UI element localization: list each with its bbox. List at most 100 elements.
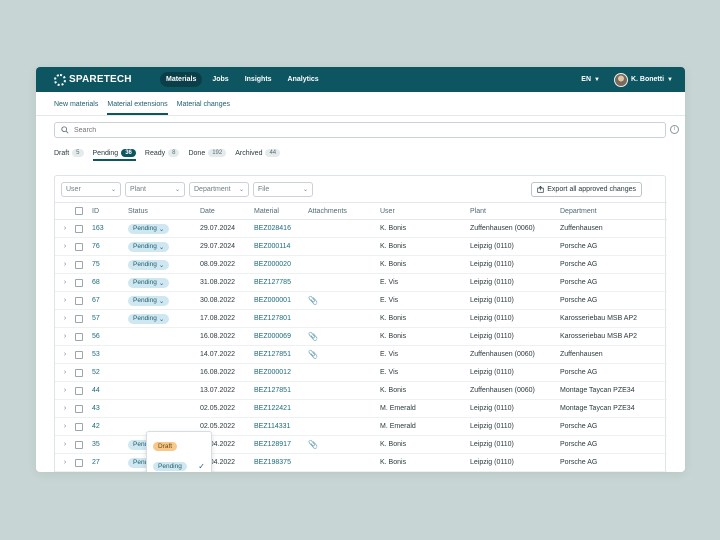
row-checkbox[interactable] (75, 242, 83, 251)
col-id[interactable]: ID (92, 202, 128, 220)
row-material[interactable]: BEZ000114 (254, 237, 308, 256)
chevron-right-icon[interactable]: › (55, 363, 75, 382)
row-material[interactable]: BEZ128917 (254, 435, 308, 454)
row-id[interactable]: 163 (92, 219, 128, 238)
paperclip-icon[interactable]: 📎 (308, 296, 318, 305)
row-material[interactable]: BEZ198375 (254, 453, 308, 472)
row-id[interactable]: 44 (92, 381, 128, 400)
tab-archived[interactable]: Archived 44 (235, 149, 281, 161)
paperclip-icon[interactable]: 📎 (308, 332, 318, 341)
table-row[interactable]: › 52 16.08.2022 BEZ000012 E. Vis Leipzig (011… (55, 363, 667, 382)
row-material[interactable]: BEZ028416 (254, 219, 308, 238)
row-material[interactable]: BEZ000012 (254, 363, 308, 382)
tab-ready[interactable]: Ready 8 (145, 149, 180, 161)
file-filter[interactable]: File ⌄ (253, 181, 313, 197)
select-all-checkbox[interactable] (75, 207, 83, 215)
row-id[interactable]: 76 (92, 237, 128, 256)
row-checkbox[interactable] (75, 458, 83, 467)
chevron-right-icon[interactable]: › (55, 417, 75, 436)
nav-jobs[interactable]: Jobs (206, 72, 234, 87)
chevron-right-icon[interactable]: › (55, 381, 75, 400)
row-id[interactable]: 68 (92, 273, 128, 292)
nav-materials[interactable]: Materials (160, 72, 203, 87)
col-status[interactable]: Status (128, 202, 200, 220)
chevron-right-icon[interactable]: › (55, 399, 75, 418)
row-material[interactable]: BEZ114331 (254, 417, 308, 436)
user-menu[interactable]: K. Bonetti ▼ (613, 72, 673, 87)
row-material[interactable]: BEZ122421 (254, 399, 308, 418)
row-checkbox[interactable] (75, 278, 83, 287)
row-checkbox[interactable] (75, 296, 83, 305)
chevron-right-icon[interactable]: › (55, 309, 75, 328)
table-row[interactable]: › 44 13.07.2022 BEZ127851 K. Bonis Zuffenhaus… (55, 381, 667, 400)
chevron-right-icon[interactable]: › (55, 291, 75, 310)
table-row[interactable]: › 68 Pending ⌄ 31.08.2022 BEZ127785 E. Vis Leip… (55, 273, 667, 292)
row-checkbox[interactable] (75, 332, 83, 341)
row-id[interactable]: 43 (92, 399, 128, 418)
status-select[interactable]: Pending⌄ (128, 313, 170, 324)
info-icon[interactable]: i (670, 125, 679, 134)
row-id[interactable]: 35 (92, 435, 128, 454)
row-checkbox[interactable] (75, 350, 83, 359)
tab-draft[interactable]: Draft 5 (54, 149, 84, 161)
table-row[interactable]: › 43 02.05.2022 BEZ122421 M. Emerald Leipzig … (55, 399, 667, 418)
row-id[interactable]: 57 (92, 309, 128, 328)
status-select[interactable]: Pending⌄ (128, 259, 170, 270)
chevron-right-icon[interactable]: › (55, 255, 75, 274)
language-selector[interactable]: EN ▼ (581, 76, 600, 83)
status-select[interactable]: Pending⌄ (128, 241, 170, 252)
chevron-right-icon[interactable]: › (55, 273, 75, 292)
row-material[interactable]: BEZ000020 (254, 255, 308, 274)
row-id[interactable]: 53 (92, 345, 128, 364)
tab-pending[interactable]: Pending 36 (92, 149, 136, 161)
paperclip-icon[interactable]: 📎 (308, 350, 318, 359)
row-id[interactable]: 75 (92, 255, 128, 274)
paperclip-icon[interactable]: 📎 (308, 440, 318, 449)
user-filter[interactable]: User ⌄ (61, 181, 121, 197)
table-row[interactable]: › 53 14.07.2022 BEZ127851 📎 E. Vis Zuffenhause… (55, 345, 667, 364)
row-id[interactable]: 56 (92, 327, 128, 346)
tab-done[interactable]: Done 192 (188, 149, 227, 161)
row-checkbox[interactable] (75, 386, 83, 395)
row-checkbox[interactable] (75, 422, 83, 431)
row-checkbox[interactable] (75, 224, 83, 233)
row-checkbox[interactable] (75, 440, 83, 449)
status-option-pending[interactable]: Pending ✓ (147, 456, 211, 472)
status-select[interactable]: Pending⌄ (128, 277, 170, 288)
table-row[interactable]: › 56 16.08.2022 BEZ000069 📎 K. Bonis Leipzig (… (55, 327, 667, 346)
table-row[interactable]: › 67 Pending ⌄ 30.08.2022 BEZ000001 📎 E. Vis Lei… (55, 291, 667, 310)
chevron-right-icon[interactable]: › (55, 453, 75, 472)
search-input[interactable] (74, 126, 614, 134)
department-filter[interactable]: Department ⌄ (189, 181, 249, 197)
plant-filter[interactable]: Plant ⌄ (125, 181, 185, 197)
table-row[interactable]: › 57 Pending ⌄ 17.08.2022 BEZ127801 K. Bonis Le… (55, 309, 667, 328)
row-id[interactable]: 52 (92, 363, 128, 382)
row-material[interactable]: BEZ127785 (254, 273, 308, 292)
col-attachments[interactable]: Attachments (308, 202, 380, 220)
row-id[interactable]: 42 (92, 417, 128, 436)
status-select[interactable]: Pending⌄ (128, 223, 170, 234)
table-row[interactable]: › 76 Pending ⌄ 29.07.2024 BEZ000114 K. Bonis Le… (55, 237, 667, 256)
col-user[interactable]: User (380, 202, 470, 220)
row-material[interactable]: BEZ000001 (254, 291, 308, 310)
subnav-new-materials[interactable]: New materials (54, 101, 98, 115)
status-option-draft[interactable]: Draft (147, 436, 211, 456)
row-checkbox[interactable] (75, 404, 83, 413)
nav-analytics[interactable]: Analytics (282, 72, 325, 87)
col-department[interactable]: Department (560, 202, 667, 220)
chevron-right-icon[interactable]: › (55, 435, 75, 454)
row-checkbox[interactable] (75, 260, 83, 269)
chevron-right-icon[interactable]: › (55, 327, 75, 346)
logo[interactable]: SPARETECH (54, 73, 160, 86)
row-id[interactable]: 27 (92, 453, 128, 472)
row-checkbox[interactable] (75, 314, 83, 323)
col-material[interactable]: Material (254, 202, 308, 220)
row-material[interactable]: BEZ127851 (254, 345, 308, 364)
row-checkbox[interactable] (75, 368, 83, 377)
row-id[interactable]: 67 (92, 291, 128, 310)
export-button[interactable]: Export all approved changes (531, 181, 642, 197)
row-material[interactable]: BEZ000069 (254, 327, 308, 346)
subnav-material-changes[interactable]: Material changes (177, 101, 230, 115)
table-row[interactable]: › 163 Pending ⌄ 29.07.2024 BEZ028416 K. Bonis Z… (55, 219, 667, 238)
table-row[interactable]: › 75 Pending ⌄ 08.09.2022 BEZ000020 K. Bonis Le… (55, 255, 667, 274)
